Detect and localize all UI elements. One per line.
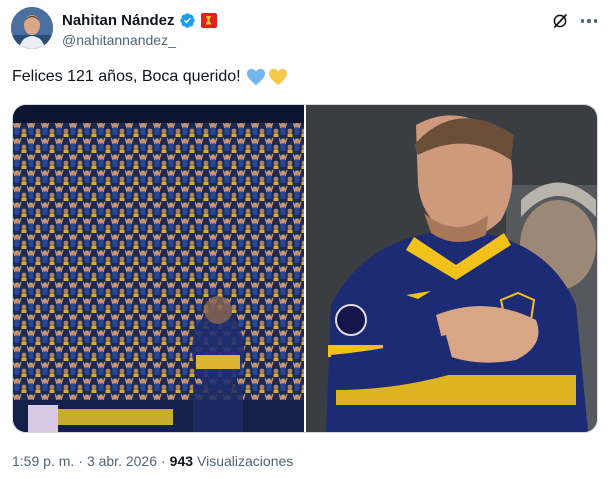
- grok-icon[interactable]: [551, 12, 569, 30]
- avatar[interactable]: [11, 7, 53, 49]
- yellow-heart-icon: [268, 68, 287, 86]
- tweet-media: AIRWAYS: [12, 104, 598, 433]
- author-name[interactable]: Nahitan Nández: [62, 12, 175, 29]
- tweet-text: Felices 121 años, Boca querido!: [12, 68, 288, 86]
- meta-separator-2: ·: [161, 453, 166, 469]
- author-name-row: Nahitan Nández: [62, 10, 217, 30]
- more-options-icon[interactable]: [579, 12, 599, 30]
- views-label: Visualizaciones: [197, 453, 294, 469]
- views-count: 943: [169, 453, 194, 469]
- tweet-body: Felices 121 años, Boca querido!: [12, 68, 241, 85]
- verified-badge-icon: [179, 12, 195, 28]
- tweet-header: Nahitan Nández @nahitannandez_: [11, 6, 599, 52]
- tweet-meta: 1:59 p. m. · 3 abr. 2026 · 943 Visualiza…: [12, 453, 293, 469]
- tweet-date[interactable]: 3 abr. 2026: [87, 453, 157, 469]
- tweet-time[interactable]: 1:59 p. m.: [12, 453, 74, 469]
- flag-badge-icon: [200, 12, 217, 28]
- player-photo[interactable]: AIRWAYS: [306, 105, 597, 432]
- author-handle[interactable]: @nahitannandez_: [62, 32, 176, 48]
- meta-separator: ·: [78, 453, 83, 469]
- crowd-photo[interactable]: [13, 105, 304, 432]
- shirt-sponsor-text: AIRWAYS: [436, 408, 513, 427]
- blue-heart-icon: [246, 68, 265, 86]
